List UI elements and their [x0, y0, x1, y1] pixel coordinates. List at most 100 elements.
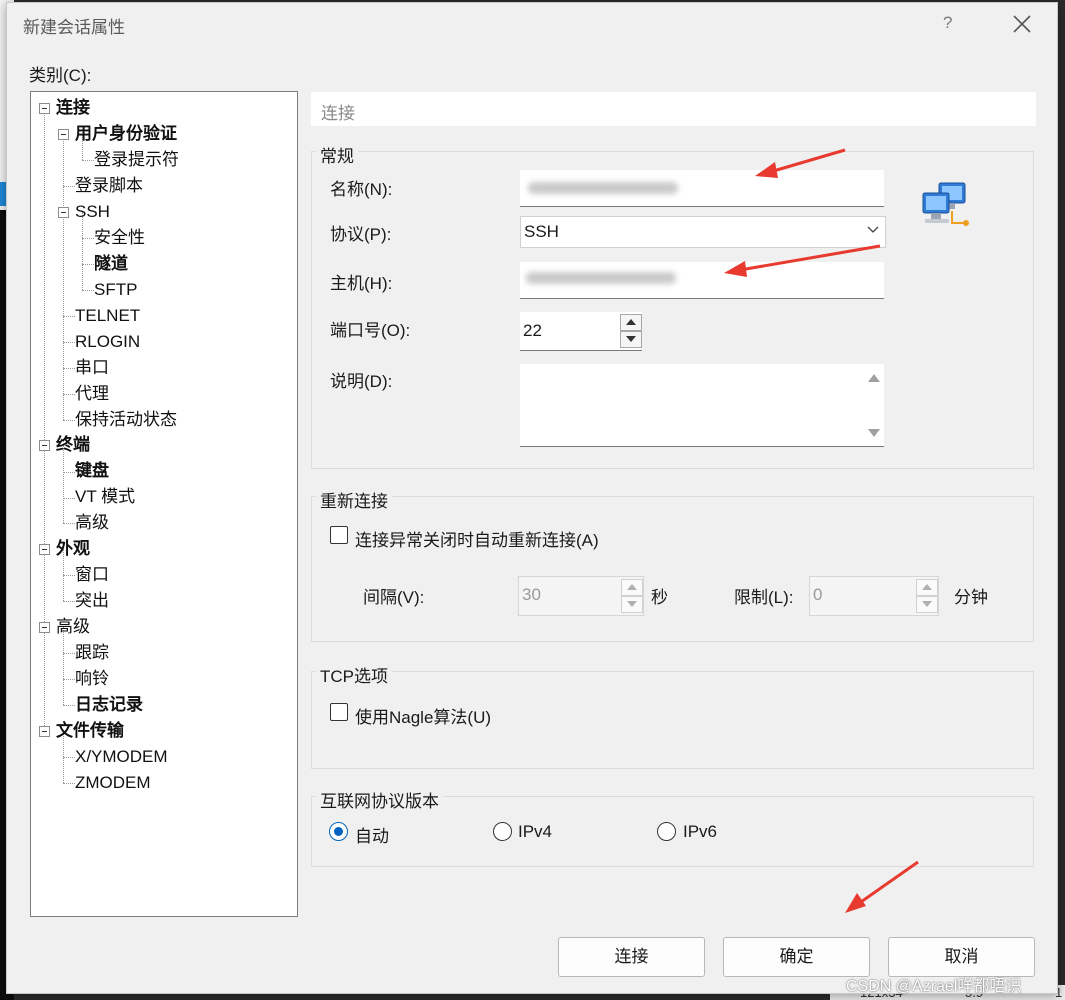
tree-item-trace[interactable]: 跟踪 — [75, 641, 109, 665]
collapse-icon[interactable] — [58, 207, 69, 218]
scroll-up-icon[interactable] — [868, 374, 880, 382]
session-properties-dialog: 新建会话属性 ? 类别(C): 连接 用户身份验证 登录提示符 登录脚本 SSH… — [6, 2, 1058, 994]
interval-down-button[interactable] — [621, 596, 643, 613]
ok-button[interactable]: 确定 — [723, 937, 870, 977]
tree-item-advanced[interactable]: 高级 — [56, 615, 90, 639]
auto-reconnect-checkbox[interactable] — [330, 526, 348, 544]
ip-auto-radio[interactable] — [329, 822, 348, 841]
tree-line — [63, 783, 75, 784]
tree-item-zmodem[interactable]: ZMODEM — [75, 771, 151, 795]
collapse-icon[interactable] — [39, 726, 50, 737]
description-scrollbar[interactable] — [862, 364, 884, 446]
tree-item-sftp[interactable]: SFTP — [94, 278, 137, 302]
tree-item-keep-alive[interactable]: 保持活动状态 — [75, 408, 177, 432]
tree-line — [63, 186, 75, 187]
name-label: 名称(N): — [330, 180, 393, 199]
tree-item-tunneling[interactable]: 隧道 — [94, 252, 128, 276]
name-input[interactable] — [520, 170, 884, 207]
tree-item-keyboard[interactable]: 键盘 — [75, 459, 109, 483]
tree-line — [63, 575, 75, 576]
port-down-button[interactable] — [620, 331, 642, 348]
tree-item-appearance[interactable]: 外观 — [56, 537, 90, 561]
section-header: 连接 — [311, 92, 1036, 126]
arrow-up-icon — [922, 584, 932, 590]
auto-reconnect-label[interactable]: 连接异常关闭时自动重新连接(A) — [355, 526, 599, 551]
tree-line — [82, 160, 94, 161]
connect-button[interactable]: 连接 — [558, 937, 705, 977]
tcp-group-title: TCP选项 — [316, 662, 392, 687]
redacted-text — [526, 272, 676, 284]
tree-line — [63, 368, 75, 369]
nagle-checkbox[interactable] — [330, 703, 348, 721]
collapse-icon[interactable] — [39, 622, 50, 633]
host-input[interactable] — [520, 262, 884, 299]
tree-item-xymodem[interactable]: X/YMODEM — [75, 745, 168, 769]
tree-line — [63, 134, 64, 420]
interval-label: 间隔(V): — [363, 588, 425, 607]
tree-item-login-script[interactable]: 登录脚本 — [75, 174, 143, 198]
tree-item-telnet[interactable]: TELNET — [75, 304, 140, 328]
limit-up-button[interactable] — [916, 579, 938, 596]
collapse-icon[interactable] — [39, 103, 50, 114]
tree-item-vt-modes[interactable]: VT 模式 — [75, 485, 135, 509]
tree-item-highlight[interactable]: 突出 — [75, 589, 109, 613]
nagle-label[interactable]: 使用Nagle算法(U) — [355, 703, 491, 728]
close-button[interactable] — [1007, 9, 1037, 39]
tree-line — [63, 757, 75, 758]
ipv6-radio[interactable] — [657, 822, 676, 841]
tree-line — [63, 498, 75, 499]
tree-line — [44, 108, 45, 732]
tree-item-bell[interactable]: 响铃 — [75, 667, 109, 691]
tree-item-file-transfer[interactable]: 文件传输 — [56, 719, 124, 743]
ipv4-label[interactable]: IPv4 — [518, 822, 552, 842]
tree-item-login-prompts[interactable]: 登录提示符 — [94, 148, 179, 172]
tree-item-connection[interactable]: 连接 — [56, 96, 90, 120]
limit-spinner[interactable]: 0 — [809, 576, 939, 616]
category-tree[interactable]: 连接 用户身份验证 登录提示符 登录脚本 SSH 安全性 隧道 SFTP TEL… — [30, 91, 298, 917]
tree-item-logging[interactable]: 日志记录 — [75, 693, 143, 717]
tree-item-security[interactable]: 安全性 — [94, 226, 145, 250]
interval-up-button[interactable] — [621, 579, 643, 596]
collapse-icon[interactable] — [39, 440, 50, 451]
tree-item-serial[interactable]: 串口 — [75, 356, 109, 380]
ip-auto-label[interactable]: 自动 — [355, 822, 389, 847]
protocol-select[interactable]: SSH — [520, 216, 886, 248]
chevron-down-icon — [867, 226, 879, 233]
category-label: 类别(C): — [29, 66, 92, 85]
collapse-icon[interactable] — [58, 129, 69, 140]
tree-line — [63, 653, 75, 654]
tree-line — [63, 705, 75, 706]
tree-line — [63, 601, 75, 602]
help-button[interactable]: ? — [943, 13, 952, 33]
arrow-down-icon — [922, 601, 932, 607]
tree-item-terminal[interactable]: 终端 — [56, 433, 90, 457]
tree-item-window[interactable]: 窗口 — [75, 563, 109, 587]
interval-spinner[interactable]: 30 — [518, 576, 644, 616]
tree-item-user-auth[interactable]: 用户身份验证 — [75, 122, 177, 146]
ipv6-label[interactable]: IPv6 — [683, 822, 717, 842]
limit-label: 限制(L): — [734, 588, 794, 607]
tree-item-proxy[interactable]: 代理 — [75, 382, 109, 406]
tree-item-ssh[interactable]: SSH — [75, 200, 110, 224]
watermark: CSDN @Azrael咩都唔识 — [846, 978, 1022, 995]
spin-buttons — [620, 312, 642, 350]
general-group-title: 常规 — [316, 142, 358, 167]
description-textarea[interactable] — [520, 364, 884, 447]
tree-line — [63, 394, 75, 395]
tree-line — [63, 679, 75, 680]
limit-value: 0 — [813, 585, 823, 604]
cancel-button[interactable]: 取消 — [888, 937, 1035, 977]
arrow-down-icon — [627, 601, 637, 607]
tree-item-terminal-advanced[interactable]: 高级 — [75, 511, 109, 535]
scroll-down-icon[interactable] — [868, 429, 880, 437]
ipv4-radio[interactable] — [493, 822, 512, 841]
port-spinner[interactable]: 22 — [520, 312, 642, 351]
tree-item-rlogin[interactable]: RLOGIN — [75, 330, 140, 354]
collapse-icon[interactable] — [39, 544, 50, 555]
spin-buttons — [916, 577, 938, 615]
port-up-button[interactable] — [620, 314, 642, 331]
limit-down-button[interactable] — [916, 596, 938, 613]
tree-line — [63, 472, 75, 473]
ip-version-group-title: 互联网协议版本 — [316, 787, 443, 812]
limit-unit: 分钟 — [954, 588, 988, 607]
